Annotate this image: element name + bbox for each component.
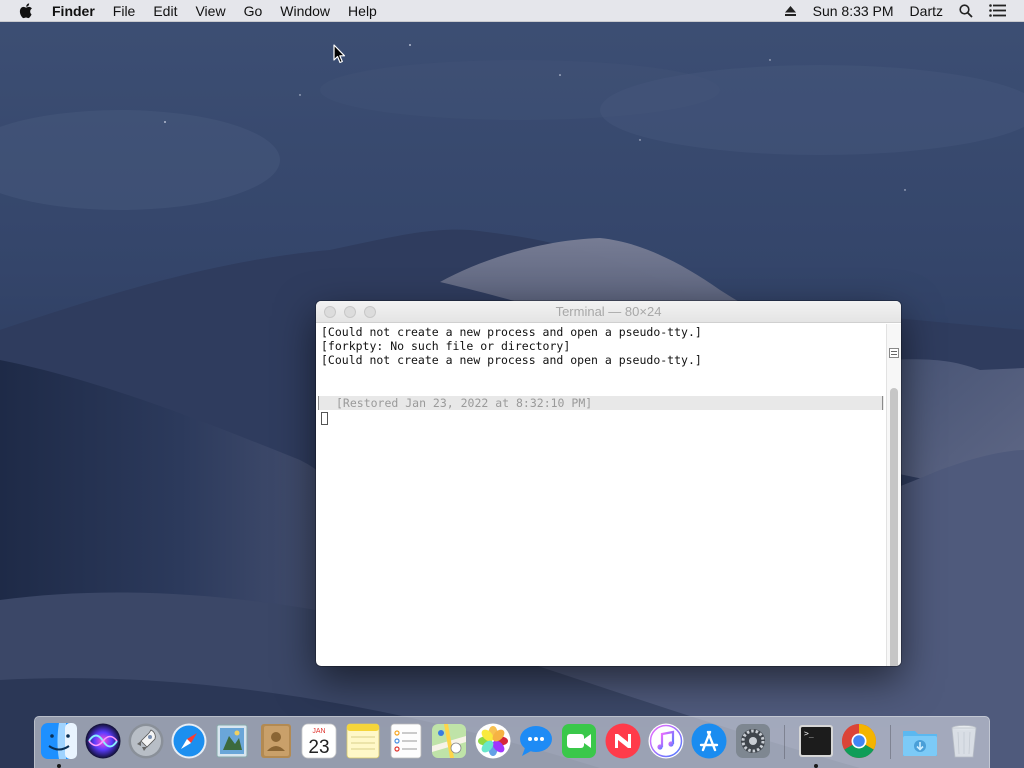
scrollbar-thumb[interactable] xyxy=(890,388,898,666)
facetime-icon[interactable] xyxy=(560,722,598,760)
menu-window[interactable]: Window xyxy=(271,0,339,22)
terminal-icon[interactable]: >_ xyxy=(797,722,835,760)
photos-icon[interactable] xyxy=(474,722,512,760)
eject-icon[interactable] xyxy=(776,5,805,17)
messages-icon[interactable] xyxy=(517,722,555,760)
calendar-day: 23 xyxy=(308,737,329,758)
menu-finder[interactable]: Finder xyxy=(43,0,104,22)
terminal-line: [Could not create a new process and open… xyxy=(321,353,702,367)
terminal-line: [forkpty: No such file or directory] xyxy=(321,339,571,353)
finder-icon[interactable] xyxy=(40,722,78,760)
launchpad-icon[interactable] xyxy=(127,722,165,760)
menu-edit[interactable]: Edit xyxy=(144,0,186,22)
app-store-icon[interactable] xyxy=(690,722,728,760)
terminal-text-cursor xyxy=(321,412,328,425)
safari-icon[interactable] xyxy=(170,722,208,760)
running-indicator xyxy=(57,764,61,768)
spotlight-search-icon[interactable] xyxy=(951,3,981,18)
news-icon[interactable] xyxy=(604,722,642,760)
itunes-icon[interactable] xyxy=(647,722,685,760)
terminal-window-title: Terminal — 80×24 xyxy=(555,304,662,319)
menu-view[interactable]: View xyxy=(186,0,234,22)
mail-icon[interactable] xyxy=(213,722,251,760)
menu-go[interactable]: Go xyxy=(235,0,272,22)
dock-separator xyxy=(890,725,891,759)
menu-help[interactable]: Help xyxy=(339,0,386,22)
restored-session-marker: [Restored Jan 23, 2022 at 8:32:10 PM] xyxy=(318,396,884,410)
running-indicator xyxy=(814,764,818,768)
trash-icon[interactable] xyxy=(945,722,983,760)
menubar-user[interactable]: Dartz xyxy=(902,0,951,22)
apple-menu-icon[interactable] xyxy=(0,2,43,19)
terminal-output[interactable]: [Could not create a new process and open… xyxy=(316,324,886,666)
split-pane-icon[interactable] xyxy=(889,348,899,358)
notes-icon[interactable] xyxy=(344,722,382,760)
terminal-titlebar[interactable]: Terminal — 80×24 xyxy=(316,301,901,323)
terminal-line: [Could not create a new process and open… xyxy=(321,325,702,339)
calendar-icon[interactable]: JAN 23 xyxy=(300,722,338,760)
calendar-month: JAN xyxy=(312,728,325,735)
dock: JAN 23 >_ xyxy=(34,716,990,768)
notification-center-icon[interactable] xyxy=(981,4,1014,17)
dock-separator xyxy=(784,725,785,759)
terminal-window[interactable]: Terminal — 80×24 [Could not create a new… xyxy=(316,301,901,666)
svg-text:>_: >_ xyxy=(804,729,814,738)
restored-marker-left-edge xyxy=(318,396,319,410)
restored-marker-right-edge xyxy=(882,396,883,410)
menubar-clock[interactable]: Sun 8:33 PM xyxy=(805,0,902,22)
menu-bar: Finder File Edit View Go Window Help Sun… xyxy=(0,0,1024,22)
chrome-icon[interactable] xyxy=(840,722,878,760)
downloads-icon[interactable] xyxy=(901,722,939,760)
reminders-icon[interactable] xyxy=(387,722,425,760)
terminal-scrollbar[interactable] xyxy=(886,324,901,666)
maps-icon[interactable] xyxy=(430,722,468,760)
menu-file[interactable]: File xyxy=(104,0,145,22)
system-preferences-icon[interactable] xyxy=(734,722,772,760)
siri-icon[interactable] xyxy=(84,722,122,760)
contacts-icon[interactable] xyxy=(257,722,295,760)
mouse-pointer-icon xyxy=(333,44,346,64)
